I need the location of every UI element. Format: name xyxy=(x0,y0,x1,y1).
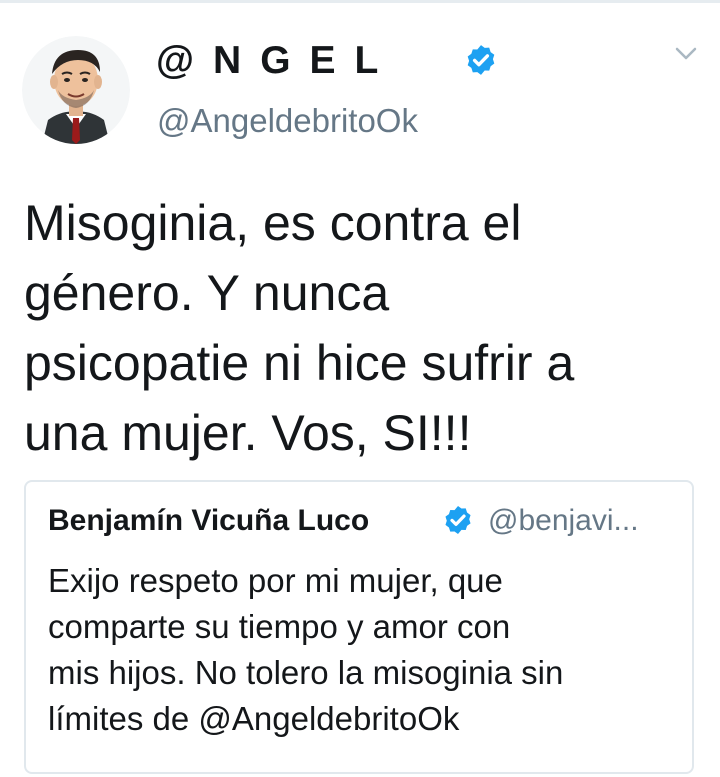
quoted-tweet[interactable]: Benjamín Vicuña Luco @benjavi... Exijo r… xyxy=(24,480,694,774)
quoted-user-handle: @benjavi... xyxy=(488,504,639,537)
display-name[interactable]: @NGEL xyxy=(156,38,397,84)
quoted-tweet-text: Exijo respeto por mi mujer, que comparte… xyxy=(48,562,564,737)
user-handle[interactable]: @AngeldebritoOk xyxy=(157,101,418,141)
avatar[interactable] xyxy=(22,36,130,144)
tweet-card: @NGEL @AngeldebritoOk Misoginia, es cont… xyxy=(0,0,720,777)
verified-badge-icon xyxy=(467,45,495,75)
quoted-display-name: Benjamín Vicuña Luco xyxy=(48,504,370,537)
tweet-text: Misoginia, es contra el género. Y nunca … xyxy=(24,195,575,461)
verified-badge-icon xyxy=(445,506,471,534)
chevron-down-icon[interactable] xyxy=(674,44,698,64)
caricature-avatar-icon xyxy=(22,36,130,144)
